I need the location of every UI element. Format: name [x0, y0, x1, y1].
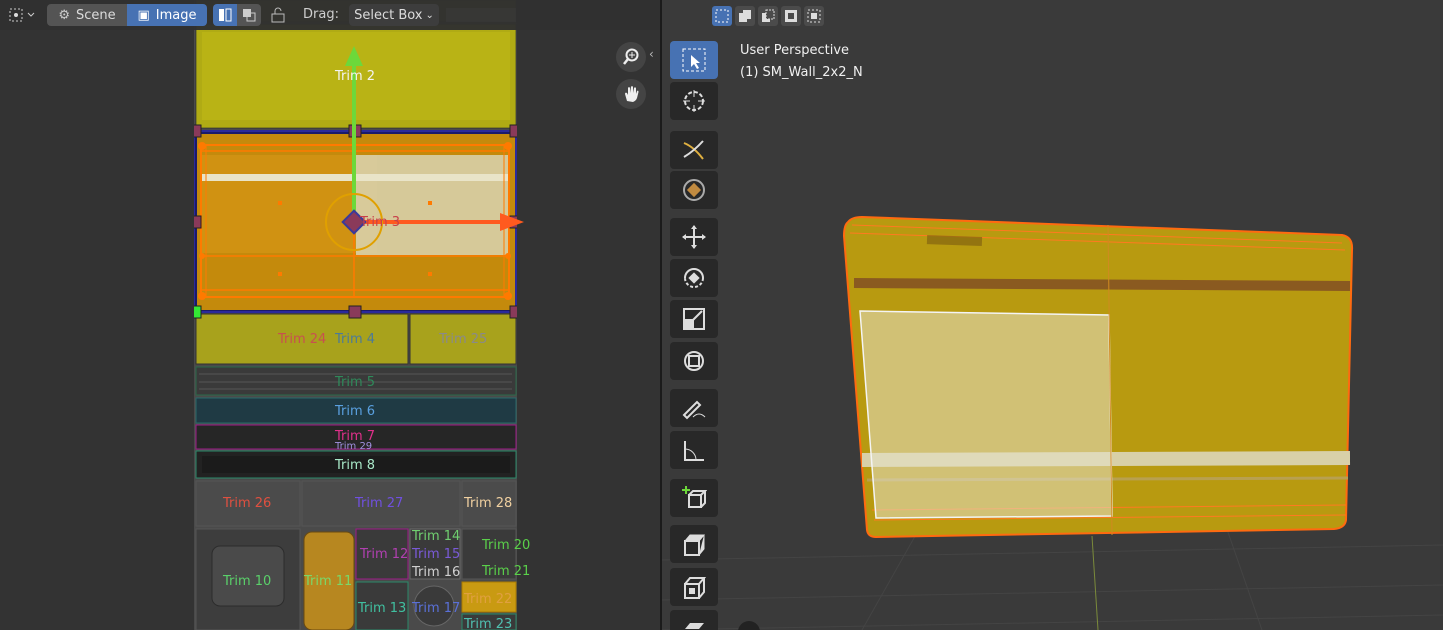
rotate-icon [684, 268, 704, 288]
select-subtract-icon [762, 9, 775, 22]
trim-label: Trim 6 [335, 404, 376, 419]
trim-label: Trim 25 [439, 332, 488, 347]
rip-icon [683, 140, 704, 160]
trim-label: Trim 15 [412, 547, 461, 562]
trim-label: Trim 5 [335, 375, 376, 390]
trim-label: Trim 20 [482, 538, 531, 553]
trim-label: Trim 26 [223, 496, 272, 511]
scale-icon [683, 308, 705, 330]
tool-annotate[interactable] [670, 389, 718, 427]
trim-label: Trim 27 [355, 496, 404, 511]
uv-editor-header: ⚙ Scene ▣ Image Drag: Select Box ⌄ [0, 0, 660, 30]
trim-label: Trim 16 [412, 565, 461, 580]
scene-icon: ⚙ [58, 7, 70, 23]
trim-label: Trim 2 [335, 69, 376, 84]
grab-icon [683, 179, 705, 201]
select-extend-icon [739, 10, 751, 22]
image-button[interactable]: ▣ Image [127, 4, 207, 26]
tool-move[interactable] [670, 218, 718, 256]
sticky-mode-icon [271, 7, 285, 23]
select-intersect-icon [807, 9, 821, 23]
select-invert-icon [785, 10, 797, 22]
select-intersect-button[interactable] [804, 6, 824, 26]
chevron-down-icon: ⌄ [425, 9, 434, 21]
trim-label: Trim 29 [335, 441, 373, 452]
scene-button[interactable]: ⚙ Scene [47, 4, 127, 26]
pan-navigation-button[interactable] [616, 79, 646, 109]
selection-mode-toggle[interactable] [237, 4, 261, 26]
trim-label: Trim 10 [223, 574, 272, 589]
3d-viewport[interactable]: User Perspective (1) SM_Wall_2x2_N [662, 0, 1443, 630]
active-object-name: (1) SM_Wall_2x2_N [740, 65, 863, 80]
tool-measure[interactable] [670, 431, 718, 469]
select-box-icon [682, 48, 706, 72]
transform-gizmo[interactable] [194, 0, 534, 630]
select-new-button[interactable] [712, 6, 732, 26]
image-button-label: Image [155, 7, 197, 23]
cursor-icon [683, 90, 705, 112]
tool-bevel[interactable] [670, 610, 718, 630]
trim-label: Trim 24 [278, 332, 327, 347]
trim-label: Trim 23 [464, 617, 513, 630]
transform-icon [684, 351, 704, 371]
annotate-icon [682, 400, 706, 420]
uv-texture-sheet: Trim 2 Trim 3 Trim 24 Trim 4 Trim 25 Tri… [194, 0, 530, 630]
uv-editor[interactable]: Trim 2 Trim 3 Trim 24 Trim 4 Trim 25 Tri… [0, 0, 660, 630]
viewport-header [662, 0, 1443, 30]
tool-select-box[interactable] [670, 41, 718, 79]
collapse-arrow-icon[interactable]: ‹ [649, 47, 654, 61]
zoom-navigation-button[interactable] [616, 42, 646, 72]
select-new-icon [715, 9, 729, 23]
tool-rotate[interactable] [670, 259, 718, 297]
tool-extrude[interactable] [670, 525, 718, 563]
trim-label: Trim 17 [412, 601, 461, 616]
trim-label: Trim 11 [304, 574, 353, 589]
sync-selection-toggle[interactable] [213, 4, 237, 26]
trim-label: Trim 8 [335, 458, 376, 473]
inset-icon [684, 577, 707, 599]
header-overflow-strip [446, 8, 516, 22]
tool-grab[interactable] [670, 171, 718, 209]
tool-inset[interactable] [670, 568, 718, 606]
selection-mode-icon [243, 9, 256, 22]
scene-button-label: Scene [76, 7, 116, 23]
measure-icon [684, 441, 704, 461]
trim-label: Trim 28 [464, 496, 513, 511]
move-icon [682, 225, 706, 249]
trim-label: Trim 22 [464, 592, 513, 607]
trim-label: Trim 13 [358, 601, 407, 616]
drag-select-value: Select Box [354, 7, 423, 23]
tool-add-cube[interactable] [670, 479, 718, 517]
extrude-icon [684, 534, 706, 556]
zoom-icon [623, 48, 639, 65]
select-subtract-button[interactable] [758, 6, 778, 26]
view-name: User Perspective [740, 43, 850, 58]
tool-cursor[interactable] [670, 82, 718, 120]
trim-label: Trim 12 [360, 547, 409, 562]
bevel-icon [685, 623, 704, 629]
trim-label: Trim 14 [412, 529, 461, 544]
drag-label: Drag: [303, 7, 339, 22]
tool-scale[interactable] [670, 300, 718, 338]
pivot-point-dropdown[interactable] [4, 4, 40, 26]
tool-transform[interactable] [670, 342, 718, 380]
trim-label: Trim 21 [482, 564, 531, 579]
sync-selection-icon [219, 8, 232, 22]
trim-label: Trim 3 [360, 215, 401, 230]
trim-label: Trim 4 [335, 332, 376, 347]
tool-rip[interactable] [670, 131, 718, 169]
add-cube-icon [682, 486, 707, 508]
hand-icon [625, 86, 639, 102]
drag-select-dropdown[interactable]: Select Box ⌄ [349, 4, 439, 26]
pivot-icon [9, 8, 35, 22]
image-icon: ▣ [137, 7, 150, 23]
select-extend-button[interactable] [735, 6, 755, 26]
wall-mesh[interactable] [662, 0, 1443, 630]
sticky-selection-button[interactable] [266, 4, 290, 26]
select-invert-button[interactable] [781, 6, 801, 26]
